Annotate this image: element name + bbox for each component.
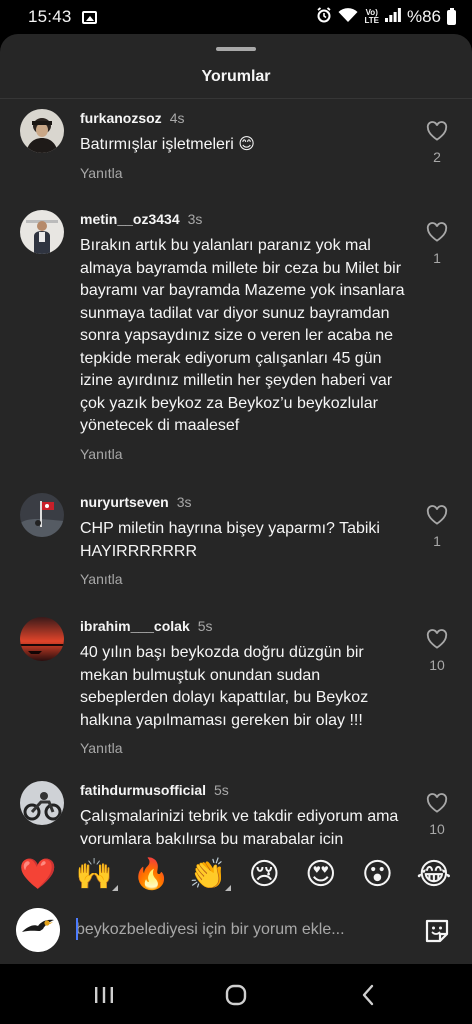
reply-button[interactable]: Yanıtla xyxy=(80,571,410,587)
battery-icon xyxy=(447,7,456,25)
skin-tone-caret-icon xyxy=(224,885,231,891)
home-nav-icon xyxy=(225,984,247,1006)
sticker-icon xyxy=(425,919,449,943)
like-count: 1 xyxy=(433,250,441,266)
reply-button[interactable]: Yanıtla xyxy=(80,446,410,462)
recents-button[interactable] xyxy=(84,982,124,1008)
wifi-icon xyxy=(338,7,358,27)
comment-username[interactable]: ibrahim___colak xyxy=(80,618,190,634)
home-button[interactable] xyxy=(216,982,256,1008)
back-button[interactable] xyxy=(348,982,388,1008)
comment-time: 4s xyxy=(169,110,185,126)
avatar[interactable] xyxy=(20,617,64,661)
comment-username[interactable]: nuryurtseven xyxy=(80,494,169,510)
status-bar: 15:43 Vo) LTE %86 xyxy=(0,0,472,34)
back-nav-icon xyxy=(362,984,374,1006)
emoji-laughing-button[interactable]: 😂 xyxy=(414,855,454,895)
heart-outline-icon xyxy=(426,629,448,649)
gallery-notification-icon xyxy=(81,10,97,24)
heart-outline-icon xyxy=(426,505,448,525)
emoji-raised-hands-button[interactable]: 🙌 xyxy=(75,855,118,895)
drag-handle[interactable] xyxy=(216,47,256,51)
like-count: 2 xyxy=(433,149,441,165)
comment-input[interactable] xyxy=(76,916,396,944)
emoji-crying-button[interactable]: 😢 xyxy=(244,855,284,895)
sheet-title: Yorumlar xyxy=(201,68,271,85)
sticker-button[interactable] xyxy=(422,916,452,946)
like-button[interactable]: 2 xyxy=(424,121,450,165)
avatar[interactable] xyxy=(20,493,64,537)
like-count: 10 xyxy=(429,657,445,673)
comment-composer xyxy=(0,906,472,964)
comments-sheet: Yorumlar furkanozsoz 4s Batırmışlar işlet… xyxy=(0,34,472,964)
heart-outline-icon xyxy=(426,222,448,242)
comment-text: Batırmışlar işletmeleri 😊 xyxy=(80,136,255,153)
alarm-icon xyxy=(316,7,332,27)
skin-tone-caret-icon xyxy=(111,885,118,891)
volte-lte-icon: Vo) LTE xyxy=(364,8,379,25)
comment-username[interactable]: furkanozsoz xyxy=(80,110,162,126)
emoji-fire-button[interactable]: 🔥 xyxy=(131,855,171,895)
status-time: 15:43 xyxy=(28,7,72,26)
heart-outline-icon xyxy=(426,121,448,141)
comment-time: 5s xyxy=(197,618,213,634)
emoji-heart-eyes-button[interactable]: 😍 xyxy=(301,855,341,895)
reply-button[interactable]: Yanıtla xyxy=(80,165,410,181)
like-button[interactable]: 1 xyxy=(424,222,450,266)
reply-button[interactable]: Yanıtla xyxy=(80,740,410,756)
avatar[interactable] xyxy=(20,109,64,153)
comment-username[interactable]: fatihdurmusofficial xyxy=(80,782,206,798)
battery-percent: %86 xyxy=(406,7,441,26)
text-cursor xyxy=(76,918,78,940)
system-nav-bar xyxy=(0,964,472,1024)
emoji-reaction-bar: ❤️ 🙌 🔥 👏 😢 😍 😮 😂 xyxy=(0,844,472,906)
network-type: LTE xyxy=(364,16,379,25)
comment-time: 3s xyxy=(187,211,203,227)
like-count: 1 xyxy=(433,533,441,549)
avatar[interactable] xyxy=(20,781,64,825)
signal-icon xyxy=(384,8,401,26)
comment-time: 5s xyxy=(214,782,229,798)
emoji-heart-button[interactable]: ❤️ xyxy=(18,855,58,895)
like-count: 10 xyxy=(429,821,445,837)
comment-time: 3s xyxy=(176,494,192,510)
heart-outline-icon xyxy=(426,793,448,813)
emoji-clap: 👏 xyxy=(189,858,227,891)
emoji-clap-button[interactable]: 👏 xyxy=(188,855,231,895)
like-button[interactable]: 10 xyxy=(424,793,450,837)
recents-nav-icon xyxy=(95,987,113,1003)
emoji-raised-hands: 🙌 xyxy=(75,858,114,891)
emoji-surprised-button[interactable]: 😮 xyxy=(357,855,397,895)
comment-text: CHP miletin hayrına bişey yaparmı? Tabik… xyxy=(80,520,380,560)
avatar[interactable] xyxy=(20,210,64,254)
comment-username[interactable]: metin__oz3434 xyxy=(80,211,180,227)
like-button[interactable]: 10 xyxy=(424,629,450,673)
comment-text: Bırakın artık bu yalanları paranız yok m… xyxy=(80,237,405,434)
own-avatar xyxy=(16,908,60,952)
comment-text: 40 yılın başı beykozda doğru düzgün bir … xyxy=(80,644,369,729)
like-button[interactable]: 1 xyxy=(424,505,450,549)
comments-list[interactable]: furkanozsoz 4s Batırmışlar işletmeleri 😊 … xyxy=(0,99,472,845)
comment-text: Çalışmalarinizi tebrik ve takdir ediyoru… xyxy=(80,808,399,845)
